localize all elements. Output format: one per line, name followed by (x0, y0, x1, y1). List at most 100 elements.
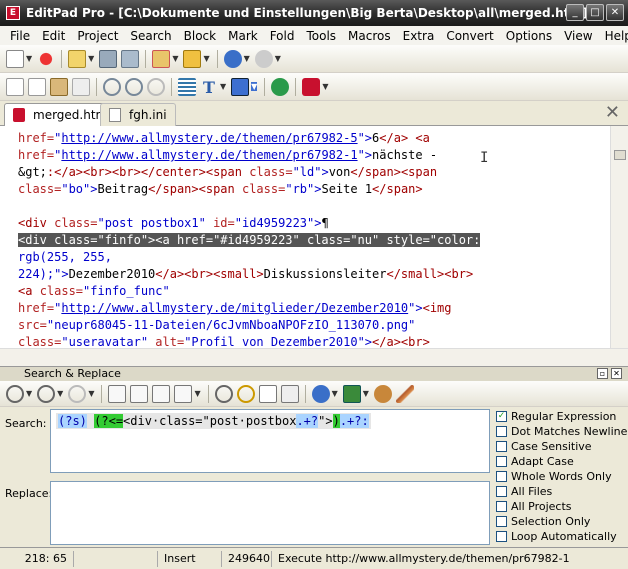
panel-close-button[interactable]: ✕ (611, 368, 622, 379)
menu-options[interactable]: Options (500, 29, 558, 43)
count-matches-icon[interactable] (258, 384, 277, 403)
editpad-icon[interactable] (302, 77, 321, 96)
code-token: </span><span (148, 182, 242, 196)
menu-edit[interactable]: Edit (36, 29, 71, 43)
paste-icon[interactable] (50, 77, 68, 96)
chevron-down-icon[interactable]: ▼ (332, 389, 338, 398)
panel-restore-button[interactable]: ▫ (597, 368, 608, 379)
save-all-icon[interactable] (121, 49, 140, 68)
chevron-down-icon[interactable]: ▼ (88, 389, 94, 398)
project-icon[interactable] (152, 49, 171, 68)
chevron-down-icon[interactable]: ▼ (322, 82, 328, 91)
replace-next-icon[interactable] (130, 384, 149, 403)
search-prev-icon[interactable] (68, 384, 87, 403)
maximize-button[interactable]: □ (586, 4, 604, 21)
menu-view[interactable]: View (558, 29, 598, 43)
menu-project[interactable]: Project (71, 29, 124, 43)
close-window-button[interactable]: ✕ (606, 4, 624, 21)
save-icon[interactable] (99, 49, 118, 68)
menu-block[interactable]: Block (178, 29, 222, 43)
find-next-icon[interactable] (125, 77, 143, 96)
close-file-icon[interactable] (37, 49, 56, 68)
option-whole-words-only[interactable]: Whole Words Only (496, 469, 624, 484)
menu-search[interactable]: Search (124, 29, 177, 43)
chevron-down-icon[interactable]: ▼ (172, 54, 178, 63)
vertical-scrollbar[interactable] (610, 126, 628, 348)
chevron-down-icon[interactable]: ▼ (88, 54, 94, 63)
chevron-down-icon[interactable]: ▼ (363, 389, 369, 398)
indent-icon[interactable] (178, 77, 196, 96)
search-input[interactable]: (?s) (?<=<div·class="post·postbox.+?">).… (50, 409, 490, 473)
search-magnifier-icon[interactable] (236, 384, 255, 403)
chevron-down-icon[interactable]: ▼ (220, 82, 226, 91)
insert-mode[interactable]: Insert (158, 550, 222, 567)
search-find-icon[interactable] (6, 384, 24, 403)
menu-help[interactable]: Help (599, 29, 628, 43)
undo-icon[interactable] (223, 49, 242, 68)
replace-all-icon[interactable] (174, 384, 193, 403)
checkbox[interactable] (496, 426, 507, 437)
chevron-down-icon[interactable]: ▼ (203, 54, 209, 63)
copy-alt-icon[interactable] (28, 77, 46, 96)
replace-input[interactable] (50, 481, 490, 545)
code-editor[interactable]: href="http://www.allmystery.de/themen/pr… (0, 126, 610, 348)
find-icon[interactable] (103, 77, 121, 96)
option-all-files[interactable]: All Files (496, 484, 624, 499)
code-token: "useravatar" (61, 335, 156, 348)
feather-icon[interactable] (395, 384, 414, 403)
checkbox[interactable] (496, 486, 507, 497)
option-selection-only[interactable]: Selection Only (496, 514, 624, 529)
folder-icon[interactable] (183, 49, 202, 68)
run-icon[interactable] (271, 77, 290, 96)
chevron-down-icon[interactable]: ▼ (244, 54, 250, 63)
option-all-projects[interactable]: All Projects (496, 499, 624, 514)
menu-extra[interactable]: Extra (397, 29, 441, 43)
code-token: </span><span (350, 165, 438, 179)
wrap-icon[interactable] (231, 77, 250, 96)
new-file-icon[interactable] (6, 49, 24, 68)
search-next-icon[interactable] (37, 384, 56, 403)
menu-file[interactable]: File (4, 29, 36, 43)
tab-fgh-ini[interactable]: fgh.ini (100, 103, 176, 126)
fold-icon[interactable] (280, 384, 299, 403)
menu-macros[interactable]: Macros (342, 29, 397, 43)
option-case-sensitive[interactable]: Case Sensitive (496, 439, 624, 454)
checkbox[interactable] (496, 471, 507, 482)
chevron-down-icon[interactable]: ▼ (57, 389, 63, 398)
option-regular-expression[interactable]: ✓ Regular Expression (496, 409, 624, 424)
chevron-down-icon[interactable]: ▼ (26, 389, 32, 398)
close-tab-icon[interactable]: ✕ (605, 104, 620, 122)
redo-icon[interactable] (254, 49, 273, 68)
open-file-icon[interactable] (68, 49, 87, 68)
checkbox[interactable] (496, 516, 507, 527)
checkbox[interactable] (496, 456, 507, 467)
replace-prev-icon[interactable] (152, 384, 171, 403)
chevron-down-icon[interactable]: ▼ (275, 54, 281, 63)
checkbox[interactable] (496, 501, 507, 512)
file-filter-icon[interactable] (342, 384, 361, 403)
highlight-icon[interactable] (214, 384, 233, 403)
menu-mark[interactable]: Mark (222, 29, 264, 43)
chevron-down-icon[interactable]: ▼ (26, 54, 32, 63)
checkbox[interactable] (496, 531, 507, 542)
option-loop-automatically[interactable]: Loop Automatically (496, 529, 624, 544)
checkbox[interactable]: ✓ (496, 411, 507, 422)
font-icon[interactable]: T (200, 78, 218, 97)
scroll-thumb[interactable] (614, 150, 626, 160)
option-dot-matches-newline[interactable]: Dot Matches Newline (496, 424, 627, 439)
menu-convert[interactable]: Convert (440, 29, 499, 43)
cut-icon[interactable] (72, 77, 90, 96)
copy-icon[interactable] (6, 77, 24, 96)
history-icon[interactable] (311, 384, 330, 403)
menu-fold[interactable]: Fold (264, 29, 301, 43)
replace-icon[interactable] (108, 384, 127, 403)
find-prev-icon[interactable] (147, 77, 165, 96)
minimize-button[interactable]: _ (566, 4, 584, 21)
checkbox[interactable] (496, 441, 507, 452)
chevron-down-icon[interactable]: ▼ (251, 82, 258, 91)
regexbuddy-icon[interactable] (373, 384, 392, 403)
option-adapt-case[interactable]: Adapt Case (496, 454, 624, 469)
chevron-down-icon[interactable]: ▼ (194, 389, 200, 398)
menu-tools[interactable]: Tools (300, 29, 342, 43)
horizontal-scrollbar[interactable] (0, 348, 628, 366)
